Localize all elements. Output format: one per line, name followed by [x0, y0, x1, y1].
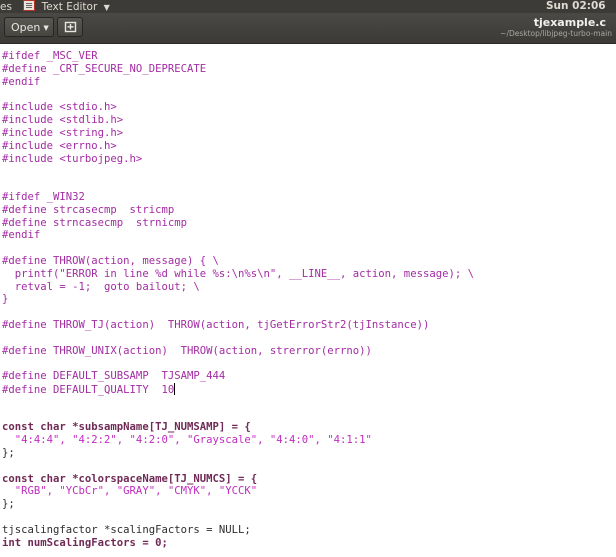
code-line: #define DEFAULT_SUBSAMP TJSAMP_444	[2, 370, 226, 382]
code-line: #include <string.h>	[2, 127, 124, 139]
code-line: const char *subsampName[TJ_NUMSAMP] = {	[2, 421, 251, 433]
code-line: #define DEFAULT_QUALITY 10	[2, 383, 176, 396]
code-line: };	[2, 447, 15, 459]
chevron-down-icon: ▼	[43, 24, 49, 32]
open-button[interactable]: Open ▼	[4, 17, 54, 37]
code-line: #define _CRT_SECURE_NO_DEPRECATE	[2, 63, 207, 75]
code-line: #define strcasecmp stricmp	[2, 204, 175, 216]
new-document-button[interactable]	[57, 17, 83, 37]
new-document-icon	[64, 21, 77, 33]
code-line: #include <errno.h>	[2, 140, 117, 152]
document-path: ~/Desktop/libjpeg-turbo-main	[500, 29, 612, 38]
app-menu-label[interactable]: Text Editor	[42, 1, 98, 13]
top-panel: es Text Editor ▼ Sun 02:06	[0, 0, 616, 13]
code-line: #include <turbojpeg.h>	[2, 153, 143, 165]
code-line: #endif	[2, 76, 41, 88]
code-line: printf("ERROR in line %d while %s:\n%s\n…	[2, 268, 474, 280]
document-title: tjexample.c	[533, 16, 606, 29]
text-editor-icon	[23, 0, 36, 11]
code-line: }	[2, 293, 9, 305]
code-line: #define THROW(action, message) { \	[2, 255, 219, 267]
header-bar: Open ▼ tjexample.c ~/Desktop/libjpeg-turb…	[0, 13, 616, 44]
code-line: #include <stdio.h>	[2, 101, 117, 113]
code-line: "RGB", "YCbCr", "GRAY", "CMYK", "YCCK"	[2, 485, 258, 497]
text-cursor	[174, 383, 176, 395]
open-label: Open	[11, 21, 41, 34]
code-line: retval = -1; goto bailout; \	[2, 281, 200, 293]
code-line: int numScalingFactors = 0;	[2, 537, 168, 549]
code-line: #ifdef _WIN32	[2, 191, 85, 203]
code-line: #ifdef _MSC_VER	[2, 50, 98, 62]
clock[interactable]: Sun 02:06	[546, 0, 606, 13]
code-line: #define THROW_TJ(action) THROW(action, t…	[2, 319, 430, 331]
code-line: };	[2, 498, 15, 510]
code-line: #endif	[2, 229, 41, 241]
code-line: tjscalingfactor *scalingFactors = NULL;	[2, 524, 251, 536]
app-menu[interactable]: es Text Editor ▼	[0, 0, 110, 14]
code-editor[interactable]: #ifdef _MSC_VER #define _CRT_SECURE_NO_D…	[0, 44, 616, 557]
code-line: "4:4:4", "4:2:2", "4:2:0", "Grayscale", …	[2, 434, 372, 446]
app-menu-caret: ▼	[103, 3, 110, 12]
code-line: #define THROW_UNIX(action) THROW(action,…	[2, 345, 372, 357]
activities-label[interactable]: es	[0, 1, 12, 13]
code-line: #include <stdlib.h>	[2, 114, 124, 126]
